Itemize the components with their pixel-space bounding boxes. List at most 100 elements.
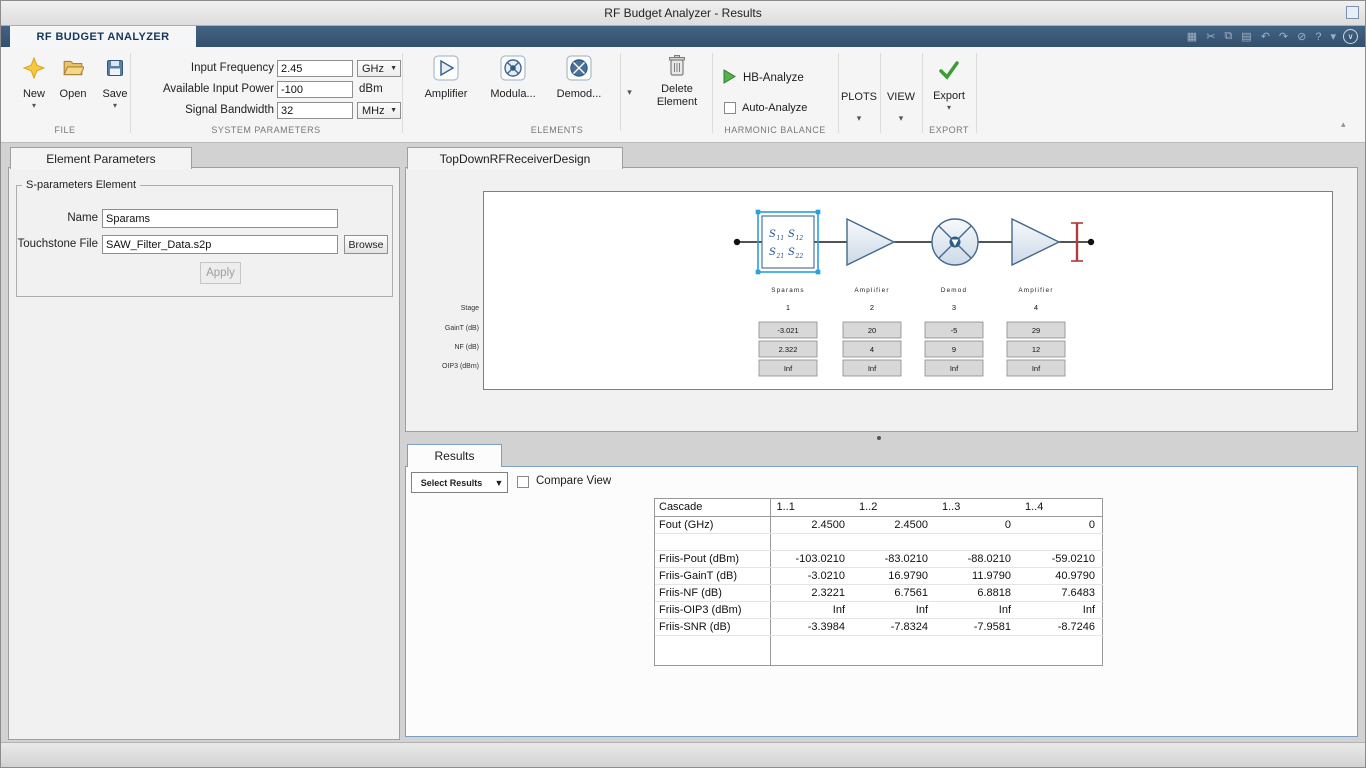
toolstrip: New ▾ Open Save ▾ Input Frequency GHz ▼ … bbox=[0, 47, 1366, 143]
new-button[interactable]: New ▾ bbox=[14, 55, 54, 110]
svg-text:12: 12 bbox=[1032, 345, 1040, 354]
results-panel: Select Results ▼ Compare View Cascade 1.… bbox=[405, 466, 1358, 737]
oip3-row-label: OIP3 (dBm) bbox=[406, 361, 479, 373]
redo-icon[interactable]: ↷ bbox=[1279, 30, 1288, 43]
tab-element-parameters[interactable]: Element Parameters bbox=[10, 147, 192, 169]
results-table-container: Cascade 1..1 1..2 1..3 1..4 Fout (GHz) 2… bbox=[654, 498, 1103, 666]
available-input-power-label: Available Input Power bbox=[134, 81, 274, 98]
results-table: Cascade 1..1 1..2 1..3 1..4 Fout (GHz) 2… bbox=[655, 499, 1103, 665]
demod-block[interactable] bbox=[932, 219, 978, 265]
amplifier1-block[interactable] bbox=[847, 219, 894, 265]
auto-analyze-checkbox[interactable]: Auto-Analyze bbox=[724, 102, 807, 114]
dropdown-arrow-icon: ▾ bbox=[947, 104, 951, 112]
name-label: Name bbox=[17, 209, 98, 228]
amplifier-button[interactable]: Amplifier bbox=[414, 55, 478, 101]
copy-icon[interactable]: ⧉ bbox=[1224, 30, 1232, 43]
cut-icon[interactable]: ✂ bbox=[1206, 30, 1215, 43]
stage-number: 4 bbox=[1034, 303, 1038, 312]
compare-view-checkbox[interactable] bbox=[517, 476, 529, 488]
select-results-dropdown[interactable]: Select Results ▼ bbox=[411, 472, 508, 493]
play-icon bbox=[722, 69, 737, 87]
panel-splitter-handle[interactable] bbox=[877, 436, 881, 440]
stage-number: 2 bbox=[870, 303, 874, 312]
delete-element-button[interactable]: Delete Element bbox=[646, 53, 708, 109]
block-label: Sparams bbox=[771, 287, 805, 294]
dropdown-icon[interactable]: ▾ bbox=[1330, 30, 1336, 43]
status-bar bbox=[0, 742, 1366, 768]
signal-bandwidth-field[interactable] bbox=[277, 102, 353, 119]
collapse-toolstrip-icon[interactable]: ▴ bbox=[1341, 119, 1346, 130]
undo-icon[interactable]: ↶ bbox=[1261, 30, 1270, 43]
svg-text:-3.021: -3.021 bbox=[777, 326, 798, 335]
minimize-toolstrip-icon[interactable]: ∨ bbox=[1343, 29, 1358, 44]
trash-icon bbox=[667, 53, 687, 79]
dropdown-arrow-icon: ▼ bbox=[390, 107, 400, 114]
checkbox-icon bbox=[724, 102, 736, 114]
input-frequency-label: Input Frequency bbox=[134, 60, 274, 77]
rf-chain-diagram: S11S12 S21S22 bbox=[484, 192, 1332, 389]
available-input-power-field[interactable] bbox=[277, 81, 353, 98]
window-control-icon[interactable] bbox=[1346, 6, 1359, 19]
results-header-row: Cascade 1..1 1..2 1..3 1..4 bbox=[655, 499, 1103, 516]
tab-rf-budget-analyzer[interactable]: RF BUDGET ANALYZER bbox=[10, 26, 196, 47]
name-field[interactable] bbox=[102, 209, 338, 228]
touchstone-file-label: Touchstone File bbox=[9, 235, 98, 254]
nf-row-label: NF (dB) bbox=[406, 342, 479, 354]
svg-text:-5: -5 bbox=[951, 326, 958, 335]
hb-analyze-button[interactable]: HB-Analyze bbox=[722, 69, 804, 87]
power-unit-label: dBm bbox=[359, 81, 399, 98]
frequency-unit-select[interactable]: GHz ▼ bbox=[357, 60, 401, 77]
svg-text:2.322: 2.322 bbox=[779, 345, 798, 354]
amplifier-icon bbox=[433, 55, 459, 81]
apply-button[interactable]: Apply bbox=[200, 262, 241, 284]
save-button[interactable]: Save ▾ bbox=[95, 55, 135, 110]
groupbox-title: S-parameters Element bbox=[22, 179, 140, 191]
dropdown-arrow-icon: ▾ bbox=[32, 102, 36, 110]
dropdown-arrow-icon: ▾ bbox=[113, 102, 117, 110]
help-icon[interactable]: ? bbox=[1315, 31, 1321, 43]
elements-gallery-dropdown[interactable]: ▾ bbox=[620, 53, 638, 131]
open-button[interactable]: Open bbox=[52, 55, 94, 101]
tab-results[interactable]: Results bbox=[407, 444, 502, 467]
settings-icon[interactable]: ⊘ bbox=[1297, 30, 1306, 43]
paste-icon[interactable]: ▤ bbox=[1241, 30, 1251, 43]
stage-row-label: Stage bbox=[406, 303, 479, 315]
export-button[interactable]: Export ▾ bbox=[924, 57, 974, 112]
plots-gallery-button[interactable]: PLOTS bbox=[838, 91, 880, 103]
design-panel: Stage GainT (dB) NF (dB) OIP3 (dBm) bbox=[405, 167, 1358, 432]
title-bar: RF Budget Analyzer - Results bbox=[0, 0, 1366, 26]
save-icon[interactable]: ▦ bbox=[1187, 30, 1197, 43]
svg-text:Inf: Inf bbox=[1032, 364, 1041, 373]
open-folder-icon bbox=[62, 55, 84, 81]
plots-dropdown-arrow-icon[interactable]: ▾ bbox=[838, 113, 880, 124]
demodulator-button[interactable]: Demod... bbox=[548, 55, 610, 101]
stage-number: 1 bbox=[786, 303, 790, 312]
output-node-icon[interactable] bbox=[1088, 239, 1094, 245]
svg-text:Inf: Inf bbox=[950, 364, 959, 373]
tab-design-document[interactable]: TopDownRFReceiverDesign bbox=[407, 147, 623, 169]
view-gallery-button[interactable]: VIEW bbox=[880, 91, 922, 103]
input-frequency-field[interactable] bbox=[277, 60, 353, 77]
svg-text:20: 20 bbox=[868, 326, 876, 335]
block-label: Amplifier bbox=[1018, 287, 1053, 294]
green-check-icon bbox=[938, 57, 960, 83]
input-node-icon[interactable] bbox=[734, 239, 740, 245]
amplifier2-block[interactable] bbox=[1012, 219, 1059, 265]
modulator-button[interactable]: Modula... bbox=[482, 55, 544, 101]
section-label-system-parameters: SYSTEM PARAMETERS bbox=[130, 125, 402, 137]
toolstrip-tab-bar: RF BUDGET ANALYZER ▦ ✂ ⧉ ▤ ↶ ↷ ⊘ ? ▾ ∨ bbox=[0, 26, 1366, 47]
section-label-harmonic-balance: HARMONIC BALANCE bbox=[712, 125, 838, 137]
view-dropdown-arrow-icon[interactable]: ▾ bbox=[880, 113, 922, 124]
stage-number: 3 bbox=[952, 303, 956, 312]
touchstone-file-field[interactable] bbox=[102, 235, 338, 254]
gain-row-label: GainT (dB) bbox=[406, 323, 479, 335]
design-canvas[interactable]: S11S12 S21S22 bbox=[483, 191, 1333, 390]
browse-button[interactable]: Browse bbox=[344, 235, 388, 254]
results-row: Fout (GHz) 2.4500 2.4500 0 0 bbox=[655, 516, 1103, 533]
svg-text:Inf: Inf bbox=[784, 364, 793, 373]
results-row: Friis-NF (dB) 2.3221 6.7561 6.8818 7.648… bbox=[655, 584, 1103, 601]
svg-text:9: 9 bbox=[952, 345, 956, 354]
sparams-block[interactable]: S11S12 S21S22 bbox=[756, 210, 821, 275]
save-disk-icon bbox=[105, 55, 125, 81]
bandwidth-unit-select[interactable]: MHz ▼ bbox=[357, 102, 401, 119]
